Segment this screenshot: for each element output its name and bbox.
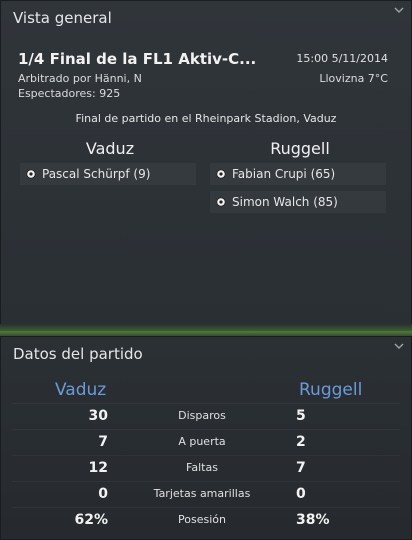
scorer-name: Fabian Crupi (65) bbox=[232, 167, 336, 181]
stats-home-team[interactable]: Vaduz bbox=[55, 380, 106, 400]
away-team-name[interactable]: Ruggell bbox=[210, 139, 390, 158]
match-title: 1/4 Final de la FL1 Aktiv-C... bbox=[18, 50, 257, 68]
chevron-down-icon[interactable] bbox=[393, 5, 405, 15]
result-line: Final de partido en el Rheinpark Stadion… bbox=[75, 112, 337, 125]
stats-away-team[interactable]: Ruggell bbox=[299, 380, 362, 400]
stat-row-on-target: 7 A puerta 2 bbox=[12, 429, 400, 453]
match-datetime: 15:00 5/11/2014 bbox=[296, 52, 388, 65]
stat-away-value: 0 bbox=[296, 485, 306, 502]
away-scorer-item[interactable]: Simon Walch (85) bbox=[210, 191, 386, 213]
stat-home-value: 12 bbox=[88, 459, 108, 476]
stat-away-value: 2 bbox=[296, 433, 306, 450]
stat-row-yellow-cards: 0 Tarjetas amarillas 0 bbox=[12, 481, 400, 505]
stat-away-value: 38% bbox=[296, 511, 330, 528]
stat-label: Disparos bbox=[178, 409, 226, 422]
overview-title: Vista general bbox=[13, 9, 112, 27]
stat-label: Faltas bbox=[186, 461, 218, 474]
stat-home-value: 62% bbox=[74, 511, 108, 528]
stat-home-value: 7 bbox=[98, 433, 108, 450]
home-team-name[interactable]: Vaduz bbox=[20, 139, 200, 158]
chevron-down-icon[interactable] bbox=[393, 341, 405, 351]
home-scorer-item[interactable]: Pascal Schürpf (9) bbox=[20, 163, 196, 185]
stat-home-value: 0 bbox=[98, 485, 108, 502]
stat-row-fouls: 12 Faltas 7 bbox=[12, 455, 400, 479]
stat-label: Tarjetas amarillas bbox=[153, 487, 251, 500]
stat-home-value: 30 bbox=[88, 407, 108, 424]
stat-row-possession: 62% Posesión 38% bbox=[12, 507, 400, 531]
referee-text: Arbitrado por Hänni, N bbox=[18, 72, 142, 85]
football-icon bbox=[216, 169, 226, 179]
football-icon bbox=[26, 169, 36, 179]
stat-row-shots: 30 Disparos 5 bbox=[12, 403, 400, 427]
stats-title: Datos del partido bbox=[13, 345, 143, 363]
weather-text: Llovizna 7°C bbox=[319, 72, 388, 85]
football-icon bbox=[216, 197, 226, 207]
scorer-name: Simon Walch (85) bbox=[232, 195, 338, 209]
stat-away-value: 5 bbox=[296, 407, 306, 424]
stat-label: Posesión bbox=[178, 513, 226, 526]
away-scorer-item[interactable]: Fabian Crupi (65) bbox=[210, 163, 386, 185]
scorer-name: Pascal Schürpf (9) bbox=[42, 167, 151, 181]
spectators-text: Espectadores: 925 bbox=[18, 87, 121, 100]
stat-label: A puerta bbox=[178, 435, 226, 448]
stat-away-value: 7 bbox=[296, 459, 306, 476]
